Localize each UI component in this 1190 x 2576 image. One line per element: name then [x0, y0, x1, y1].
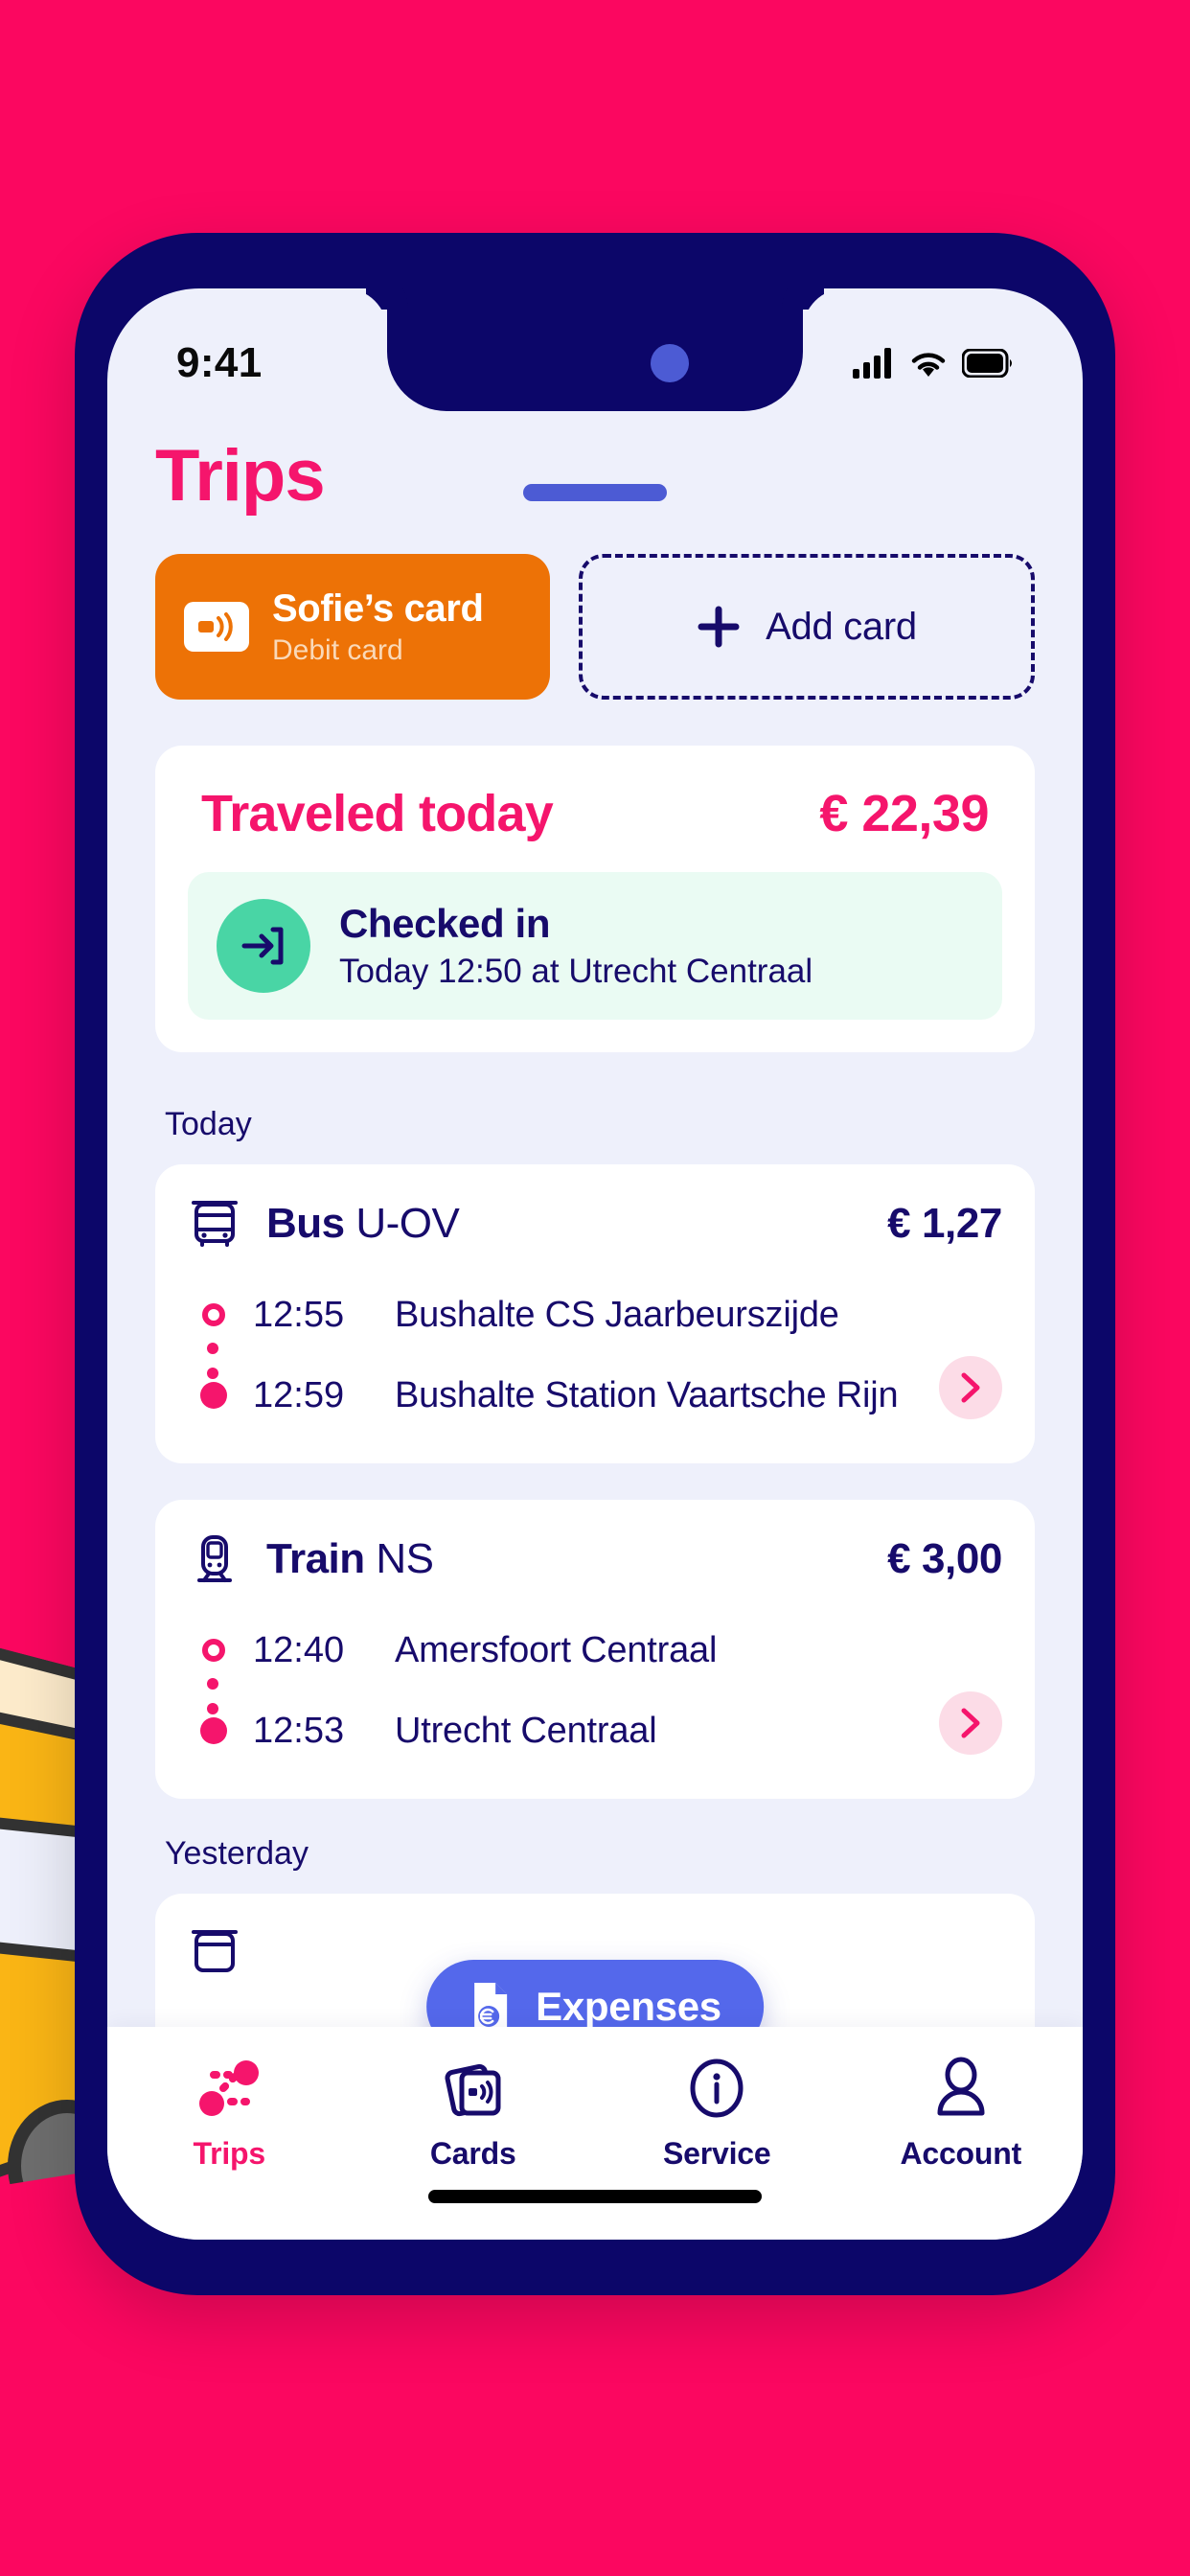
leg-place: Bushalte Station Vaartsche Rijn	[395, 1374, 899, 1415]
list-item: 12:40 Amersfoort Centraal	[199, 1619, 1002, 1682]
train-icon	[197, 1535, 232, 1582]
destination-marker	[199, 1717, 228, 1744]
chevron-right-icon[interactable]	[939, 1356, 1002, 1419]
tab-label-service: Service	[663, 2136, 771, 2171]
leg-place: Amersfoort Centraal	[395, 1629, 718, 1670]
tab-label-cards: Cards	[429, 2136, 516, 2171]
trip-mode: Bus U-OV	[266, 1200, 460, 1248]
bus-icon	[192, 1201, 238, 1247]
check-in-title: Checked in	[339, 901, 551, 946]
day-label-yesterday: Yesterday	[165, 1835, 309, 1872]
notch	[387, 288, 803, 411]
check-in-status[interactable]: Checked in Today 12:50 at Utrecht Centra…	[188, 872, 1002, 1020]
plus-icon	[698, 606, 740, 648]
contactless-card-icon	[184, 602, 249, 652]
expenses-label: Expenses	[536, 1984, 721, 2029]
timeline-connector	[207, 1678, 218, 1714]
traveled-today-title: Traveled today	[201, 785, 554, 842]
trip-operator: U-OV	[355, 1200, 460, 1247]
status-time: 9:41	[176, 339, 263, 386]
phone-screen: 9:41 Trips Sofie’s card Debit card Add c…	[107, 288, 1083, 2240]
trip-price: € 1,27	[887, 1200, 1002, 1247]
leg-time: 12:40	[253, 1629, 345, 1670]
origin-marker	[199, 1303, 228, 1326]
tab-cards[interactable]: Cards	[352, 2052, 596, 2172]
check-in-arrow-icon	[217, 899, 310, 993]
trip-mode: Train NS	[266, 1535, 434, 1583]
add-card-label: Add card	[766, 605, 917, 648]
phone-device: 9:41 Trips Sofie’s card Debit card Add c…	[75, 233, 1115, 2295]
page-title: Trips	[155, 435, 326, 517]
trip-price: € 3,00	[887, 1535, 1002, 1582]
selected-card-button[interactable]: Sofie’s card Debit card	[155, 554, 550, 700]
document-euro-icon	[474, 1983, 508, 2031]
bus-icon	[192, 1930, 238, 1972]
list-item: 12:55 Bushalte CS Jaarbeurszijde	[199, 1283, 1002, 1346]
chevron-right-icon[interactable]	[939, 1691, 1002, 1755]
info-icon	[690, 2058, 744, 2118]
leg-place: Utrecht Centraal	[395, 1710, 657, 1751]
route-icon	[199, 2060, 260, 2116]
trip-mode-name: Bus	[266, 1200, 345, 1247]
leg-place: Bushalte CS Jaarbeurszijde	[395, 1294, 839, 1335]
cards-icon	[445, 2063, 501, 2117]
timeline-connector	[207, 1343, 218, 1379]
list-item: 12:53 Utrecht Centraal	[199, 1699, 1002, 1762]
origin-marker	[199, 1639, 228, 1662]
home-indicator[interactable]	[428, 2190, 762, 2203]
destination-marker	[199, 1382, 228, 1409]
tab-service[interactable]: Service	[595, 2052, 839, 2172]
day-label-today: Today	[165, 1106, 252, 1142]
person-icon	[937, 2057, 985, 2116]
trip-operator: NS	[376, 1535, 434, 1582]
leg-time: 12:55	[253, 1294, 345, 1335]
traveled-today-panel: Traveled today € 22,39 Checked in Today …	[155, 746, 1035, 1052]
tab-label-account: Account	[900, 2136, 1022, 2171]
trip-mode-name: Train	[266, 1535, 365, 1582]
list-item: 12:59 Bushalte Station Vaartsche Rijn	[199, 1364, 1002, 1427]
leg-time: 12:53	[253, 1710, 345, 1751]
traveled-today-amount: € 22,39	[819, 785, 989, 842]
trip-header: Bus U-OV € 1,27	[188, 1197, 1002, 1251]
cellular-signal-icon	[853, 348, 891, 379]
earpiece-speaker	[523, 484, 667, 501]
table-row[interactable]: Bus U-OV € 1,27 12:55 Bushalte CS Jaarbe…	[155, 1164, 1035, 1463]
trip-legs: 12:40 Amersfoort Centraal 12:53 Utrecht …	[188, 1619, 1002, 1762]
selected-card-name: Sofie’s card	[272, 586, 484, 630]
tab-label-trips: Trips	[193, 2136, 266, 2171]
tab-trips[interactable]: Trips	[107, 2052, 352, 2172]
tab-account[interactable]: Account	[839, 2052, 1084, 2172]
table-row[interactable]: Train NS € 3,00 12:40 Amersfoort Centraa…	[155, 1500, 1035, 1799]
selected-card-text: Sofie’s card Debit card	[272, 586, 484, 667]
selected-card-type: Debit card	[272, 633, 403, 666]
front-camera	[651, 344, 689, 382]
leg-time: 12:59	[253, 1374, 345, 1415]
trip-legs: 12:55 Bushalte CS Jaarbeurszijde 12:59 B…	[188, 1283, 1002, 1427]
check-in-text: Checked in Today 12:50 at Utrecht Centra…	[339, 901, 812, 991]
card-selector-row: Sofie’s card Debit card Add card	[155, 554, 1035, 700]
status-icons	[853, 348, 1014, 379]
wifi-icon	[911, 353, 946, 377]
battery-icon	[962, 349, 1012, 378]
bottom-tab-bar: Trips Cards Service Account	[107, 2027, 1083, 2240]
check-in-detail: Today 12:50 at Utrecht Centraal	[339, 953, 813, 990]
trip-header: Train NS € 3,00	[188, 1532, 1002, 1586]
traveled-today-header: Traveled today € 22,39	[188, 778, 1002, 872]
add-card-button[interactable]: Add card	[579, 554, 1035, 700]
